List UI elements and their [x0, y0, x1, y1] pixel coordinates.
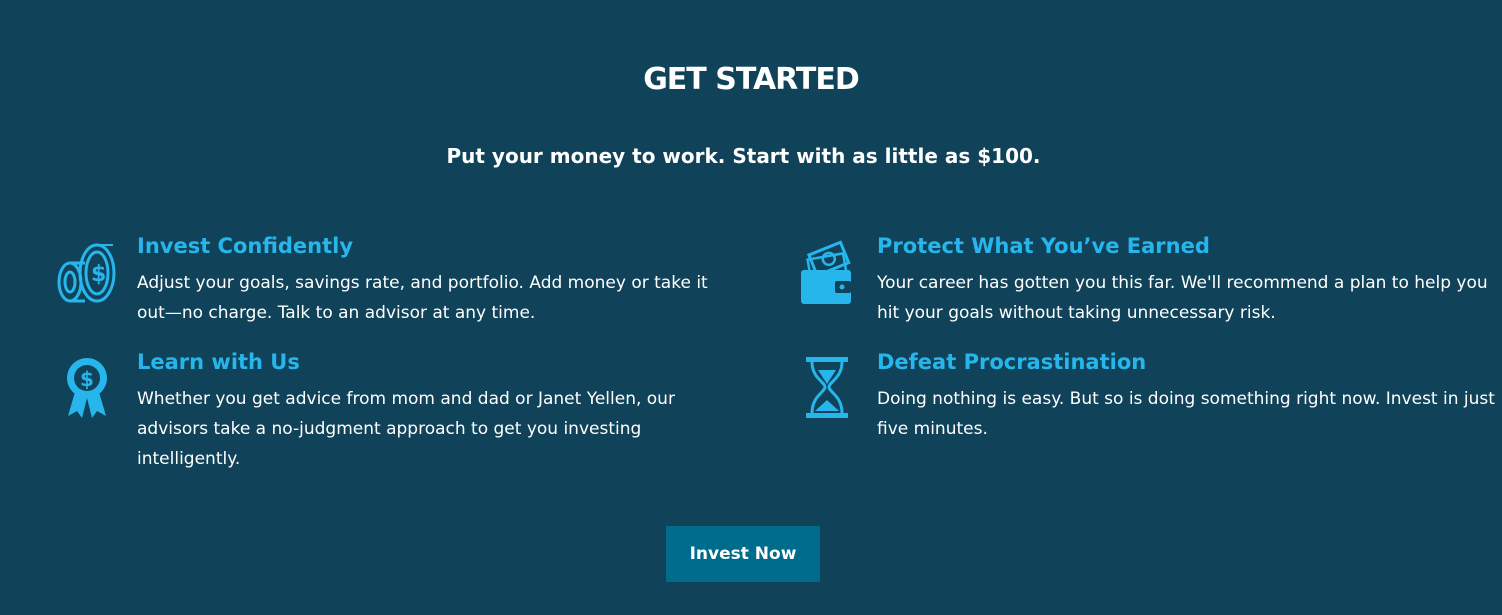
- svg-text:$: $: [91, 262, 106, 287]
- svg-text:$: $: [80, 367, 94, 391]
- feature-description: Doing nothing is easy. But so is doing s…: [877, 389, 1495, 439]
- feature-title: Learn with Us: [137, 350, 300, 374]
- award-ribbon-icon: $: [65, 356, 109, 420]
- feature-title: Protect What You’ve Earned: [877, 234, 1210, 258]
- coins-icon: $: [55, 240, 119, 306]
- feature-title: Defeat Procrastination: [877, 350, 1147, 374]
- section-subtitle: Put your money to work. Start with as li…: [446, 144, 1041, 168]
- feature-title: Invest Confidently: [137, 234, 354, 258]
- invest-now-button[interactable]: Invest Now: [666, 526, 820, 582]
- hourglass-icon: [805, 356, 849, 420]
- feature-description: Whether you get advice from mom and dad …: [137, 389, 675, 469]
- feature-description: Your career has gotten you this far. We'…: [877, 273, 1488, 323]
- wallet-icon: [799, 240, 857, 306]
- section-title: GET STARTED: [643, 62, 860, 97]
- feature-description: Adjust your goals, savings rate, and por…: [137, 273, 708, 323]
